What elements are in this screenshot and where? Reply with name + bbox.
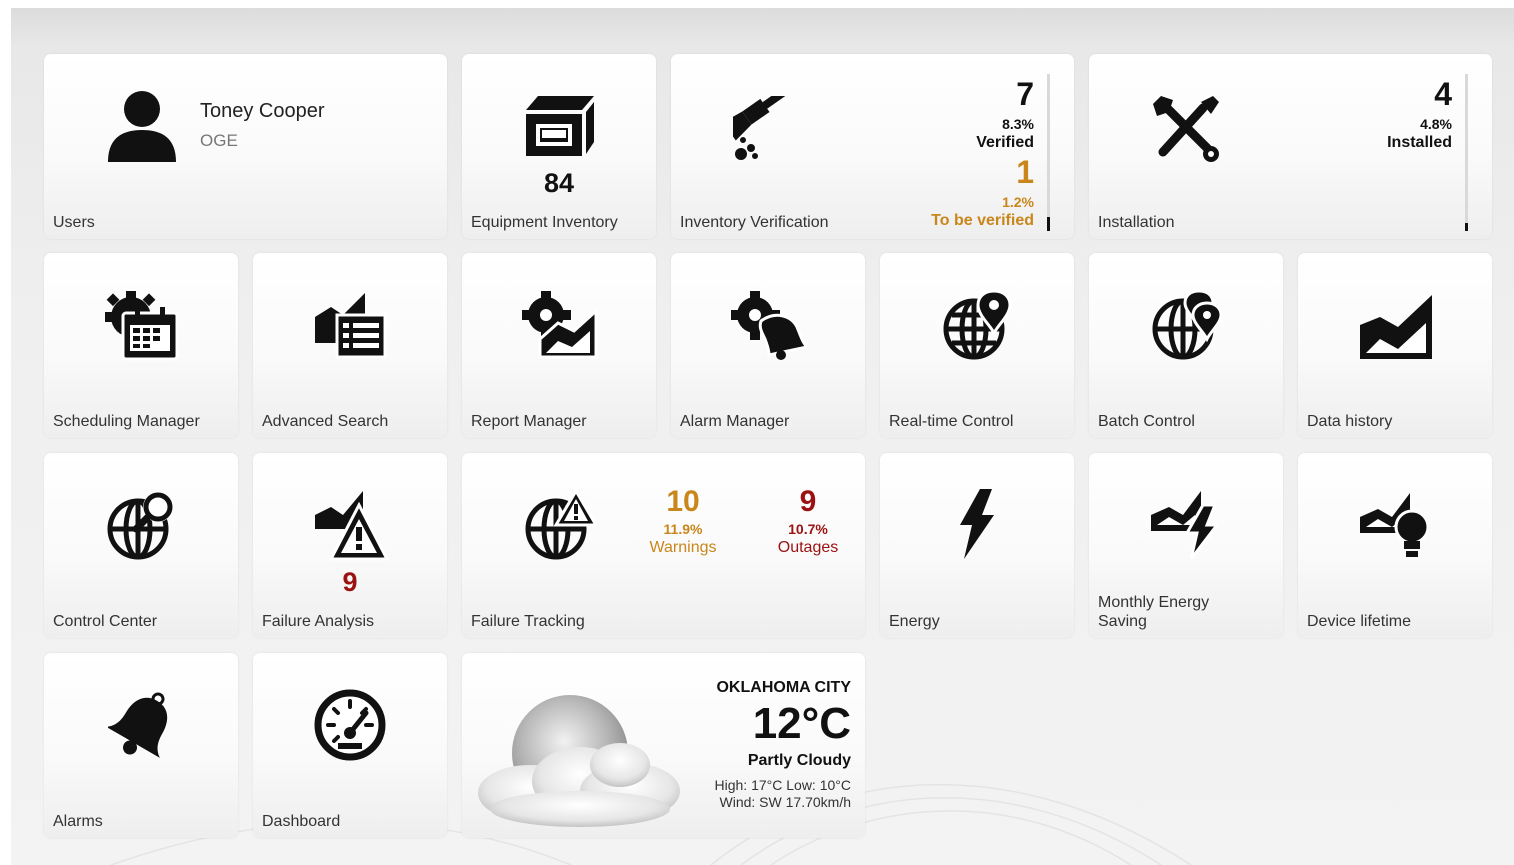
- dashboard-label: Dashboard: [262, 813, 341, 830]
- gear-bell-icon: [731, 291, 807, 361]
- device-lifetime-label: Device lifetime: [1307, 613, 1412, 630]
- chart-bulb-icon: [1358, 491, 1430, 559]
- data-history-tile[interactable]: Data history: [1298, 253, 1492, 438]
- users-label: Users: [53, 214, 95, 231]
- advanced-search-label: Advanced Search: [262, 413, 389, 430]
- chart-list-icon: [313, 291, 387, 359]
- area-chart-icon: [1358, 293, 1434, 361]
- to-be-verified-label: To be verified: [931, 212, 1034, 229]
- installation-tile[interactable]: 4 4.8% Installed Installation: [1089, 54, 1492, 239]
- to-be-verified-percent: 1.2%: [1002, 194, 1034, 210]
- box-icon: [524, 94, 596, 158]
- verified-count: 7: [1016, 76, 1034, 112]
- tools-icon: [1151, 94, 1221, 162]
- alarms-tile[interactable]: Alarms: [44, 653, 238, 838]
- monthly-energy-saving-tile[interactable]: Monthly Energy Saving: [1089, 453, 1283, 638]
- device-lifetime-tile[interactable]: Device lifetime: [1298, 453, 1492, 638]
- report-manager-label: Report Manager: [471, 413, 587, 430]
- dashboard-panel: Toney Cooper OGE Users 84 Equipment Inve…: [11, 8, 1514, 865]
- weather-tile[interactable]: OKLAHOMA CITY 12°C Partly Cloudy High: 1…: [462, 653, 865, 838]
- to-be-verified-count: 1: [1016, 154, 1034, 190]
- monthly-energy-saving-line2: Saving: [1098, 613, 1147, 630]
- installed-label: Installed: [1387, 134, 1452, 151]
- gear-calendar-icon: [105, 291, 179, 361]
- inventory-verification-label: Inventory Verification: [680, 214, 829, 231]
- weather-city: OKLAHOMA CITY: [716, 679, 851, 696]
- installed-count: 4: [1434, 76, 1452, 112]
- energy-label: Energy: [889, 613, 940, 630]
- failure-analysis-label: Failure Analysis: [262, 613, 375, 630]
- weather-wind: Wind: SW 17.70km/h: [719, 794, 852, 810]
- globe-search-icon: [106, 489, 178, 561]
- verification-progress-fill: [1047, 216, 1050, 231]
- gear-chart-icon: [522, 291, 598, 359]
- batch-control-tile[interactable]: Batch Control: [1089, 253, 1283, 438]
- failure-analysis-tile[interactable]: 9 Failure Analysis: [253, 453, 447, 638]
- brush-icon: [733, 96, 809, 160]
- bell-icon: [108, 689, 178, 761]
- report-manager-tile[interactable]: Report Manager: [462, 253, 656, 438]
- alarm-manager-label: Alarm Manager: [680, 413, 790, 430]
- equipment-inventory-label: Equipment Inventory: [471, 214, 618, 231]
- dashboard-tile[interactable]: Dashboard: [253, 653, 447, 838]
- monthly-energy-saving-label: Monthly Energy Saving: [1098, 593, 1209, 631]
- failure-analysis-count: 9: [342, 567, 358, 597]
- user-organization: OGE: [200, 131, 238, 150]
- chart-warning-icon: [313, 489, 389, 561]
- user-name: Toney Cooper: [200, 100, 325, 122]
- outages-label: Outages: [777, 539, 839, 556]
- inventory-verification-tile[interactable]: 7 8.3% Verified 1 1.2% To be verified In…: [671, 54, 1074, 239]
- installation-label: Installation: [1098, 214, 1175, 231]
- lightning-icon: [958, 489, 996, 559]
- globe-pin-icon: [942, 289, 1012, 361]
- installed-percent: 4.8%: [1420, 116, 1452, 132]
- installation-progress-bar: [1465, 74, 1468, 231]
- failure-tracking-label: Failure Tracking: [471, 613, 585, 630]
- scheduling-manager-tile[interactable]: Scheduling Manager: [44, 253, 238, 438]
- monthly-energy-saving-line1: Monthly Energy: [1098, 594, 1210, 611]
- partly-cloudy-icon: [470, 691, 700, 831]
- weather-temperature: 12°C: [752, 699, 851, 748]
- users-tile[interactable]: Toney Cooper OGE Users: [44, 54, 447, 239]
- verified-label: Verified: [976, 134, 1034, 151]
- scheduling-manager-label: Scheduling Manager: [53, 413, 200, 430]
- control-center-tile[interactable]: Control Center: [44, 453, 238, 638]
- real-time-control-tile[interactable]: Real-time Control: [880, 253, 1074, 438]
- alarms-label: Alarms: [53, 813, 103, 830]
- weather-high-low: High: 17°C Low: 10°C: [714, 777, 852, 793]
- chart-lightning-icon: [1149, 489, 1219, 559]
- warnings-label: Warnings: [649, 539, 717, 556]
- failure-tracking-tile[interactable]: 10 11.9% Warnings 9 10.7% Outages Failur…: [462, 453, 865, 638]
- batch-control-label: Batch Control: [1098, 413, 1195, 430]
- control-center-label: Control Center: [53, 613, 158, 630]
- verification-progress-bar: [1047, 74, 1050, 231]
- speedometer-icon: [314, 689, 386, 761]
- verified-percent: 8.3%: [1002, 116, 1034, 132]
- globe-warning-icon: [524, 489, 596, 561]
- weather-condition: Partly Cloudy: [747, 752, 851, 769]
- energy-tile[interactable]: Energy: [880, 453, 1074, 638]
- equipment-inventory-tile[interactable]: 84 Equipment Inventory: [462, 54, 656, 239]
- equipment-count: 84: [543, 168, 575, 198]
- outages-percent: 10.7%: [788, 521, 828, 537]
- alarm-manager-tile[interactable]: Alarm Manager: [671, 253, 865, 438]
- globe-multi-pin-icon: [1151, 289, 1223, 361]
- installation-progress-fill: [1465, 223, 1468, 231]
- warnings-percent: 11.9%: [663, 521, 703, 537]
- outages-count: 9: [799, 485, 817, 518]
- real-time-control-label: Real-time Control: [889, 413, 1014, 430]
- warnings-count: 10: [666, 485, 700, 518]
- advanced-search-tile[interactable]: Advanced Search: [253, 253, 447, 438]
- user-icon: [108, 90, 176, 162]
- data-history-label: Data history: [1307, 413, 1393, 430]
